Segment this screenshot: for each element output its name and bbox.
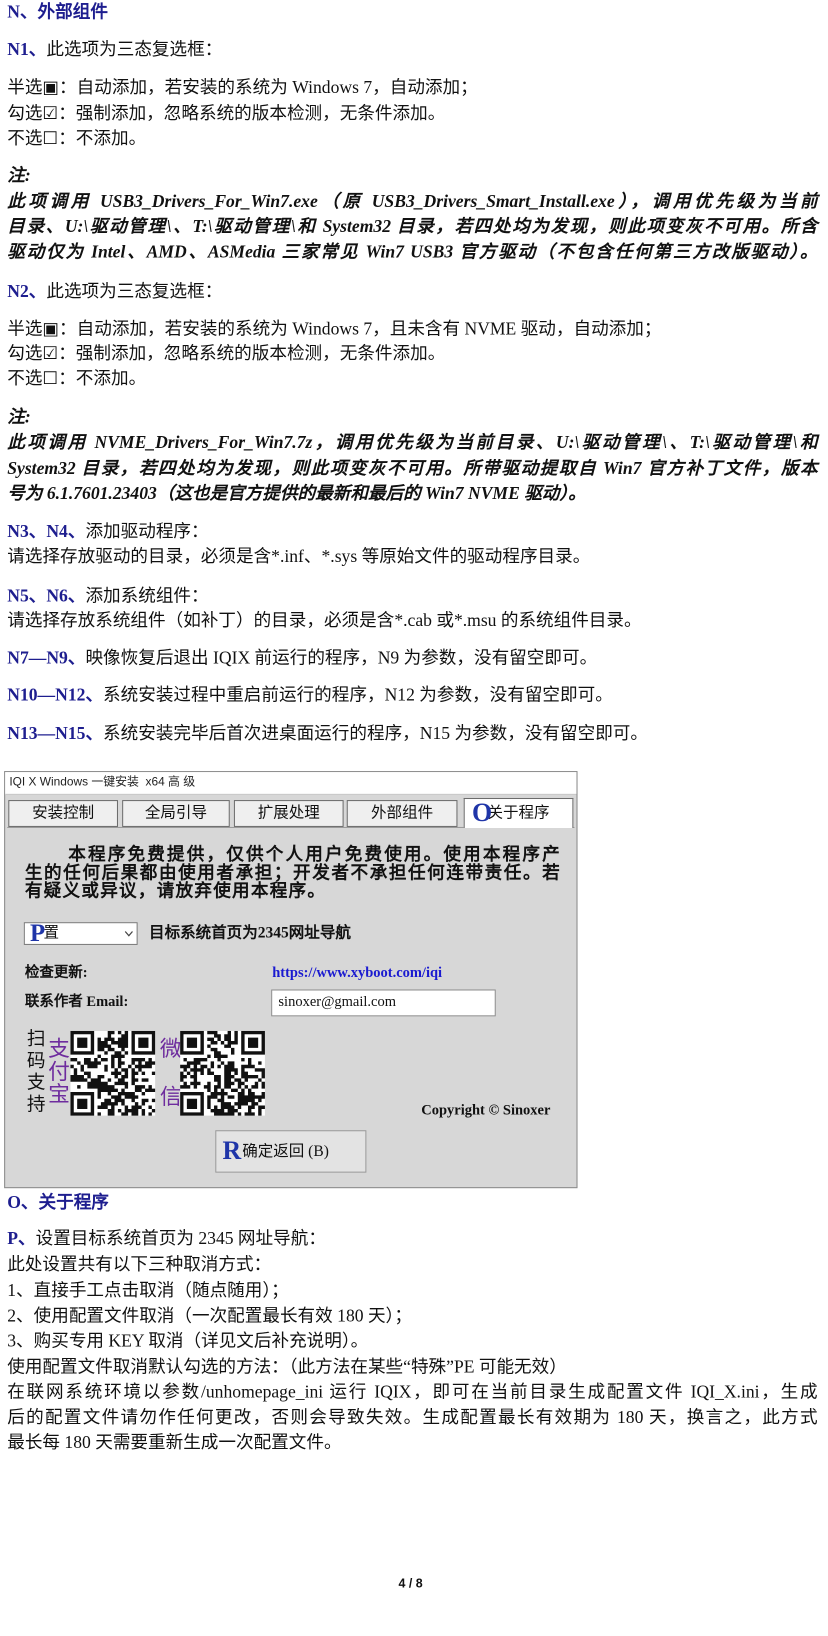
p-line: 3、购买专用 KEY 取消（详见文后补充说明）。 [7,1331,369,1351]
n2-option-checked: 勾选☑：强制添加，忽略系统的版本检测，无条件添加。 [7,343,446,364]
n2-note-line: 此项调用 NVME_Drivers_For_Win7.7z，调用优先级为当前目录… [7,432,818,453]
disclaimer-line: 有疑义或异议，请放弃使用本程序。 [24,880,327,901]
chevron-down-icon [124,931,133,937]
item-label: N10—N12、 [7,685,104,705]
n1-note-line: 此项调用 USB3_Drivers_For_Win7.exe（原 USB3_Dr… [7,191,818,212]
support-label: 扫码支持 [24,1028,46,1116]
n1-option-unchecked: 不选☐：不添加。 [7,128,147,149]
document-page: N、外部组件 N1、此选项为三态复选框： 半选▣：自动添加，若安装的系统为 Wi… [0,0,828,1636]
homepage-select[interactable]: P 置 [23,920,138,948]
contact-email-field[interactable] [271,989,496,1017]
item-text: 此选项为三态复选框： [46,281,223,302]
window-title: IQI X Windows 一键安装 x64 高 级 [5,772,577,795]
item-p: P、设置目标系统首页为 2345 网址导航： [7,1228,326,1251]
item-label: N13—N15、 [7,723,104,744]
section-heading-o: O、关于程序 [7,1192,109,1212]
update-label: 检查更新: [24,965,88,982]
item-label: N5、N6、 [7,585,86,606]
item-label: N1、 [7,39,47,59]
item-n13-n15: N13—N15、系统安装完毕后首次进桌面运行的程序，N15 为参数，没有留空即可… [7,722,648,745]
contact-label: 联系作者 Email: [24,994,129,1011]
n2-note-line: System32 目录，若四处均为发现，则此项变灰不可用。所带驱动提取自 Win… [7,458,818,479]
n1-note-title: 注: [7,165,31,186]
n1-option-checked: 勾选☑：强制添加，忽略系统的版本检测，无条件添加。 [7,103,446,124]
n3-description: 请选择存放驱动的目录，必须是含*.inf、*.sys 等原始文件的驱动程序目录。 [7,546,591,567]
wechat-qr-code [180,1030,265,1116]
item-label: N3、N4、 [7,521,86,542]
page-number: 4 / 8 [398,1576,423,1591]
alipay-label: 支付宝 [45,1037,71,1106]
tab-extension[interactable]: 扩展处理 [233,800,344,827]
n1-note-line: 驱动仅为 Intel、AMD、ASMedia 三家常见 Win7 USB3 官方… [7,242,818,262]
wechat-label: 微信 [157,1037,183,1133]
n1-option-half: 半选▣：自动添加，若安装的系统为 Windows 7，自动添加； [7,77,478,98]
annotation-marker-o: O [471,799,493,827]
alipay-qr-code [70,1030,156,1116]
p-line: 此处设置共有以下三种取消方式： [7,1254,272,1275]
item-text: 系统安装过程中重启前运行的程序，N12 为参数，没有留空即可。 [103,685,613,705]
n2-option-half: 半选▣：自动添加，若安装的系统为 Windows 7，且未含有 NVME 驱动，… [7,318,662,339]
confirm-return-button[interactable]: R 确定返回 (B) [215,1130,367,1173]
n1-note-line: 目录、U:\驱动管理\、T:\驱动管理\和 System32 目录，若四处均为发… [7,216,818,236]
p-line: 后的配置文件请勿作任何更改，否则会导致失效。生成配置最长有效期为 180 天，换… [7,1407,818,1428]
item-text: 系统安装完毕后首次进桌面运行的程序，N15 为参数，没有留空即可。 [103,723,649,744]
n2-option-unchecked: 不选☐：不添加。 [7,368,147,389]
item-n1: N1、此选项为三态复选框： [7,38,222,61]
disclaimer-line: 本程序免费提供，仅供个人用户免费使用。使用本程序产 [68,844,561,865]
item-n7-n9: N7—N9、映像恢复后退出 IQIX 前运行的程序，N9 为参数，没有留空即可。 [7,647,597,670]
update-link[interactable]: https://www.xyboot.com/iqi [272,966,442,983]
item-text: 此选项为三态复选框： [46,39,223,59]
homepage-option-label: 目标系统首页为2345网址导航 [149,925,351,942]
about-program-window: IQI X Windows 一键安装 x64 高 级 安装控制 全局引导 扩展处… [4,771,578,1189]
p-line: 2、使用配置文件取消（一次配置最长有效 180 天）； [7,1306,412,1326]
tab-global-boot[interactable]: 全局引导 [122,800,230,827]
section-heading-n: N、外部组件 [7,2,108,22]
annotation-marker-p: P [30,920,46,948]
confirm-return-label: 确定返回 (B) [242,1143,329,1161]
item-text: 设置目标系统首页为 2345 网址导航： [35,1228,326,1249]
item-n2: N2、此选项为三态复选框： [7,280,222,303]
annotation-marker-r: R [222,1137,242,1166]
n2-note-line: 号为 6.1.7601.23403（这也是官方提供的最新和最后的 Win7 NV… [7,483,586,504]
p-line: 在联网系统环境以参数/unhomepage_ini 运行 IQIX，即可在当前目… [7,1381,818,1402]
n5-description: 请选择存放系统组件（如补丁）的目录，必须是含*.cab 或*.msu 的系统组件… [7,610,642,631]
item-text: 映像恢复后退出 IQIX 前运行的程序，N9 为参数，没有留空即可。 [85,647,598,668]
item-n3-n4: N3、N4、添加驱动程序： [7,521,208,544]
item-n5-n6: N5、N6、添加系统组件： [7,585,208,608]
n2-note-title: 注: [7,406,31,427]
p-line: 1、直接手工点击取消（随点随用）； [7,1280,289,1300]
item-n10-n12: N10—N12、系统安装过程中重启前运行的程序，N12 为参数，没有留空即可。 [7,684,613,707]
homepage-select-value: 置 [43,925,60,942]
p-line: 使用配置文件取消默认勾选的方法：（此方法在某些“特殊”PE 可能无效） [7,1356,567,1377]
item-label: N2、 [7,281,47,302]
tab-install-control[interactable]: 安装控制 [8,800,118,827]
item-text: 添加驱动程序： [85,521,209,542]
p-line: 最长每 180 天需要重新生成一次配置文件。 [7,1432,342,1453]
copyright-text: Copyright © Sinoxer [421,1103,551,1119]
item-label: N7—N9、 [7,647,86,668]
item-label: P、 [7,1228,36,1249]
tab-external-components[interactable]: 外部组件 [346,800,458,827]
item-text: 添加系统组件： [85,585,209,606]
